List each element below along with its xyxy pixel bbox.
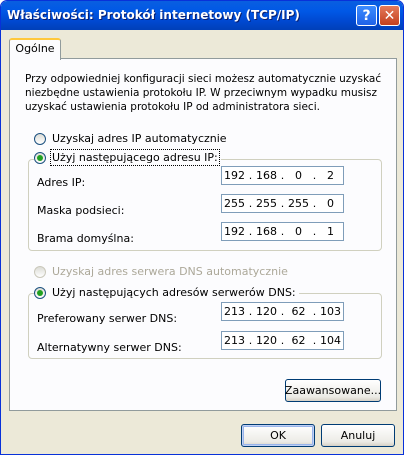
close-button[interactable]: ✕ xyxy=(379,5,400,26)
subnet-mask-input[interactable]: 255. 255. 255. 0 xyxy=(221,194,344,213)
ip-dot: . xyxy=(248,197,253,210)
dns-settings-group: Preferowany serwer DNS: 213. 120. 62. 10… xyxy=(28,293,382,359)
ok-button[interactable]: OK xyxy=(241,424,315,447)
subnet-mask-row: Maska podsieci: 255. 255. 255. 0 xyxy=(37,194,377,217)
radio-dns-manual[interactable]: Użyj następujących adresów serwerów DNS: xyxy=(34,286,299,299)
radio-ip-manual-indicator[interactable] xyxy=(34,151,46,164)
radio-ip-auto-indicator[interactable] xyxy=(34,132,46,145)
close-icon: ✕ xyxy=(383,7,396,24)
ip-octet[interactable]: 120 xyxy=(255,305,279,318)
preferred-dns-label: Preferowany serwer DNS: xyxy=(37,312,178,325)
dialog-window: Właściwości: Protokół internetowy (TCP/I… xyxy=(0,0,404,455)
intro-text: Przy odpowiedniej konfiguracji sieci moż… xyxy=(25,73,382,113)
ip-address-row: Adres IP: 192. 168. 0. 2 xyxy=(37,166,377,189)
radio-dns-auto[interactable]: Uzyskaj adres serwera DNS automatycznie xyxy=(34,265,288,278)
radio-ip-manual[interactable]: Użyj następującego adresu IP: xyxy=(34,149,221,166)
alternate-dns-label: Alternatywny serwer DNS: xyxy=(37,341,182,354)
ip-settings-group: Adres IP: 192. 168. 0. 2 Maska podsieci:… xyxy=(28,159,382,251)
ip-dot: . xyxy=(248,305,253,318)
default-gateway-input[interactable]: 192. 168. 0. 1 xyxy=(221,222,344,241)
advanced-button[interactable]: Zaawansowane... xyxy=(285,379,381,402)
ip-dot: . xyxy=(248,225,253,238)
ip-dot: . xyxy=(280,334,285,347)
cancel-button[interactable]: Anuluj xyxy=(321,424,395,447)
ip-octet[interactable]: 192 xyxy=(223,225,247,238)
ip-octet[interactable]: 213 xyxy=(223,334,247,347)
ip-octet[interactable]: 104 xyxy=(319,334,343,347)
ip-octet[interactable]: 0 xyxy=(319,197,343,210)
ip-octet[interactable]: 213 xyxy=(223,305,247,318)
ip-octet[interactable]: 168 xyxy=(255,225,279,238)
help-button[interactable]: ? xyxy=(356,5,377,26)
ip-dot: . xyxy=(312,334,317,347)
title-bar[interactable]: Właściwości: Protokół internetowy (TCP/I… xyxy=(1,1,403,30)
ip-address-label: Adres IP: xyxy=(37,176,86,189)
ip-octet[interactable]: 0 xyxy=(287,169,311,182)
ip-dot: . xyxy=(280,305,285,318)
default-gateway-label: Brama domyślna: xyxy=(37,232,134,245)
ip-dot: . xyxy=(312,225,317,238)
ip-dot: . xyxy=(248,334,253,347)
radio-ip-manual-label: Użyj następującego adresu IP: xyxy=(50,149,220,166)
ip-octet[interactable]: 255 xyxy=(255,197,279,210)
radio-dns-manual-indicator[interactable] xyxy=(34,286,46,299)
radio-dns-auto-indicator[interactable] xyxy=(34,265,46,278)
ip-dot: . xyxy=(312,305,317,318)
ip-dot: . xyxy=(280,197,285,210)
ip-dot: . xyxy=(280,169,285,182)
ip-dot: . xyxy=(312,197,317,210)
default-gateway-row: Brama domyślna: 192. 168. 0. 1 xyxy=(37,222,377,245)
radio-ip-auto-label: Uzyskaj adres IP automatycznie xyxy=(52,132,227,145)
subnet-mask-label: Maska podsieci: xyxy=(37,204,125,217)
window-title: Właściwości: Protokół internetowy (TCP/I… xyxy=(7,8,300,22)
ip-octet[interactable]: 1 xyxy=(319,225,343,238)
radio-dns-manual-label: Użyj następujących adresów serwerów DNS: xyxy=(52,286,296,299)
radio-dns-auto-label: Uzyskaj adres serwera DNS automatycznie xyxy=(52,265,288,278)
ip-octet[interactable]: 192 xyxy=(223,169,247,182)
ip-dot: . xyxy=(280,225,285,238)
alternate-dns-row: Alternatywny serwer DNS: 213. 120. 62. 1… xyxy=(37,331,377,354)
ip-octet[interactable]: 255 xyxy=(223,197,247,210)
radio-ip-auto[interactable]: Uzyskaj adres IP automatycznie xyxy=(34,132,227,145)
ip-dot: . xyxy=(312,169,317,182)
help-icon: ? xyxy=(362,7,371,24)
ip-address-input[interactable]: 192. 168. 0. 2 xyxy=(221,166,344,185)
preferred-dns-row: Preferowany serwer DNS: 213. 120. 62. 10… xyxy=(37,302,377,325)
alternate-dns-input[interactable]: 213. 120. 62. 104 xyxy=(221,331,344,350)
ip-octet[interactable]: 255 xyxy=(287,197,311,210)
tab-panel-general: Przy odpowiedniej konfiguracji sieci moż… xyxy=(9,58,397,411)
tab-general[interactable]: Ogólne xyxy=(9,38,61,60)
ip-octet[interactable]: 62 xyxy=(287,305,311,318)
ip-dot: . xyxy=(248,169,253,182)
preferred-dns-input[interactable]: 213. 120. 62. 103 xyxy=(221,302,344,321)
ip-octet[interactable]: 120 xyxy=(255,334,279,347)
ip-octet[interactable]: 168 xyxy=(255,169,279,182)
ip-octet[interactable]: 62 xyxy=(287,334,311,347)
ip-octet[interactable]: 2 xyxy=(319,169,343,182)
ip-octet[interactable]: 103 xyxy=(319,305,343,318)
ip-octet[interactable]: 0 xyxy=(287,225,311,238)
